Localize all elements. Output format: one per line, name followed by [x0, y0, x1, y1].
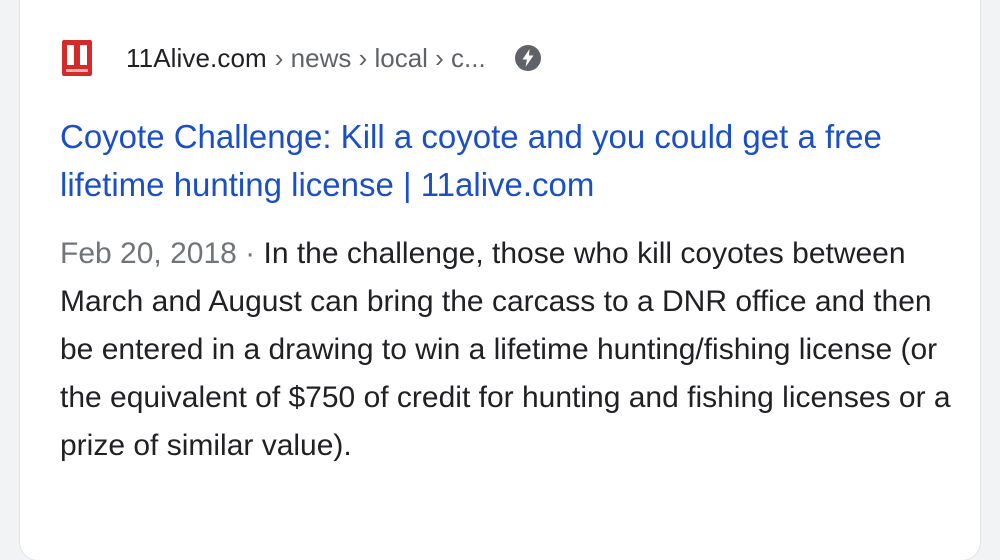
result-site-name: 11Alive.com: [126, 42, 267, 73]
11alive-logo-icon: [62, 40, 92, 76]
result-breadcrumb: › news › local › c...: [274, 42, 486, 73]
search-result-card: 11Alive.com › news › local › c... Coyote…: [20, 0, 980, 560]
result-title-link[interactable]: Coyote Challenge: Kill a coyote and you …: [60, 113, 960, 209]
result-source-row[interactable]: 11Alive.com › news › local › c...: [62, 38, 542, 78]
result-date: Feb 20, 2018: [60, 237, 237, 270]
lightning-bolt-icon: [514, 45, 541, 71]
date-separator: ·: [236, 237, 264, 270]
result-snippet: Feb 20, 2018 · In the challenge, those w…: [60, 230, 960, 470]
result-snippet-text: In the challenge, those who kill coyotes…: [60, 237, 951, 462]
